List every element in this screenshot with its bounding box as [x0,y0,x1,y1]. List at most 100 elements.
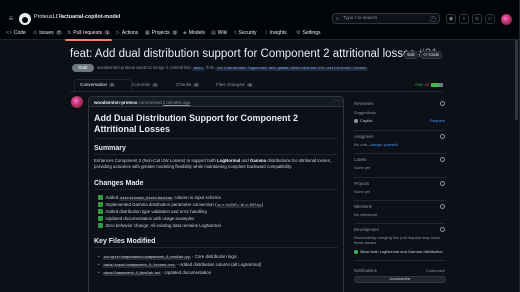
milestone-value: No milestone [354,212,378,217]
list-item: • data/input/component_2_losses.csv - Add… [98,262,261,268]
gear-icon[interactable] [440,227,445,232]
head-branch[interactable]: id-claude/add-lognormal-and-gamma-distri… [215,67,369,71]
change-text: ) [261,202,264,207]
tab-label: Settings [302,30,321,36]
tab-conversation[interactable]: Conversation 0 [73,79,133,93]
comment-action: commented [138,99,162,105]
check-icon [98,216,103,221]
comment-author[interactable]: woodsenton-proteus [94,100,137,105]
bullet: • [98,254,100,259]
projects-value: None yet [354,189,371,194]
issues-icon[interactable]: ⊙ [472,14,482,24]
tab-wiki[interactable]: ▤ Wiki [211,30,227,40]
divider [354,153,446,154]
base-branch[interactable]: main [192,67,205,71]
code-button[interactable]: <> Code [420,51,442,59]
change-code: α = 1/CV², θ = CV²/μ [216,204,262,208]
tab-code[interactable]: <> Code [6,30,26,40]
development-text: Successfully merging this pull request m… [354,235,441,245]
tab-security[interactable]: ◊ Security [234,30,257,40]
tab-settings[interactable]: ⚙ Settings [296,30,321,40]
divider [354,130,446,131]
tab-files-changed[interactable]: Files changed 4 [216,82,253,87]
labels-heading[interactable]: Labels [354,157,366,162]
tab-models[interactable]: ◈ Models [183,30,205,40]
assign-yourself-link[interactable]: assign yourself [371,142,398,147]
user-avatar[interactable] [501,14,512,25]
shield-icon: ◊ [234,30,237,36]
repo-nav: <> Code ⊙ Issues 7 ⇅ Pull requests 1 ▷ Actions… [0,28,519,41]
development-heading[interactable]: Development [354,227,379,232]
gear-icon[interactable] [440,157,445,162]
assignees-none: No one— [354,142,371,147]
tab-issues[interactable]: ⊙ Issues 7 [33,30,62,40]
tab-label: Issues [39,30,54,36]
search-icon: ⌕ [336,16,339,22]
more-options-icon[interactable]: ··· [334,98,340,104]
tab-count: 1 [104,30,111,35]
tab-actions[interactable]: ▷ Actions [116,30,138,40]
check-icon [98,202,103,207]
gear-icon[interactable] [440,134,445,139]
pr-author[interactable]: woodsenton-proteus [97,65,135,70]
projects-heading[interactable]: Projects [354,181,369,186]
inbox-icon[interactable]: ▭ [485,14,495,24]
unsubscribe-button[interactable]: Unsubscribe [354,276,446,283]
assignees-heading[interactable]: Assignees [354,134,373,139]
change-text: Added distribution type validation and e… [105,209,207,214]
tab-projects[interactable]: ▦ Projects 1 [145,30,179,40]
tab-count: 0 [193,83,200,87]
gear-icon[interactable] [440,101,445,106]
file-path: docs/Component_2_NonCat.md [102,272,161,276]
tab-commits[interactable]: Commits 1 [132,82,159,87]
tab-insights[interactable]: ⌇ Insights [265,30,287,40]
copilot-icon [354,118,358,123]
request-review-link[interactable]: Request [430,118,445,123]
reviewers-heading[interactable]: Reviewers [354,101,374,106]
tab-pull-requests[interactable]: ⇅ Pull requests 1 [64,30,113,41]
linked-issue-title[interactable]: Allow both LogNormal and Gamma distribut… [360,249,443,254]
tab-label: Checks [176,82,192,87]
file-desc: - Added distribution column (all LogNorm… [175,262,262,267]
deletions-count: -15 [423,83,430,87]
list-item: Implemented Gamma distribution parameter… [98,202,263,208]
diffstat: +336 -15 [414,83,444,87]
linked-issue[interactable]: Allow both LogNormal and Gamma distribut… [354,249,443,254]
menu-icon[interactable]: ≡ [6,14,16,24]
notifications-heading: Notifications [354,268,377,273]
play-icon: ▷ [116,30,120,36]
search-input[interactable]: ⌕ Type / to search / [332,13,440,24]
repo-name[interactable]: actuarial-copilot-model [61,14,120,20]
check-icon [98,209,103,214]
customize-link[interactable]: Customize [426,268,445,273]
breadcrumb-separator: / [56,14,58,20]
gear-icon[interactable] [440,204,445,209]
comment-time[interactable]: 2 minutes ago [163,100,191,105]
pr-title: feat: Add dual distribution support for … [70,48,438,60]
tab-label: Code [13,30,26,36]
github-logo[interactable] [19,13,31,25]
issue-open-icon [354,249,358,254]
milestone-heading[interactable]: Milestone [354,204,372,209]
list-item: • scripts/components/component_2_nonCat.p… [98,254,237,260]
status-badge: Draft [72,64,94,72]
breadcrumb-repo[interactable]: actuarial-copilot-model [61,14,120,20]
tab-label: Actions [121,30,139,36]
pr-meta-text: wants to merge 1 commit into [136,65,191,70]
comment-meta: woodsenton-proteus commented 2 minutes a… [94,100,190,105]
tab-count: 4 [246,83,253,87]
check-icon [98,223,103,228]
divider [354,260,446,261]
comment-avatar[interactable] [71,96,83,108]
browser-page: ≡ ProteusLLP / actuarial-copilot-model ⌕… [0,0,520,292]
pr-meta: woodsenton-proteus wants to merge 1 comm… [97,65,369,71]
edit-button[interactable]: Edit [404,51,418,59]
copilot-icon[interactable]: ◉ [446,14,456,24]
tab-checks[interactable]: Checks 0 [176,82,200,87]
change-text: Added [105,195,120,200]
scrollbar[interactable] [515,40,518,120]
change-text: Implemented Gamma distribution parameter… [105,202,217,207]
files-heading: Key Files Modified [94,238,156,245]
gear-icon[interactable] [440,181,445,186]
plus-icon[interactable]: + [459,14,469,24]
